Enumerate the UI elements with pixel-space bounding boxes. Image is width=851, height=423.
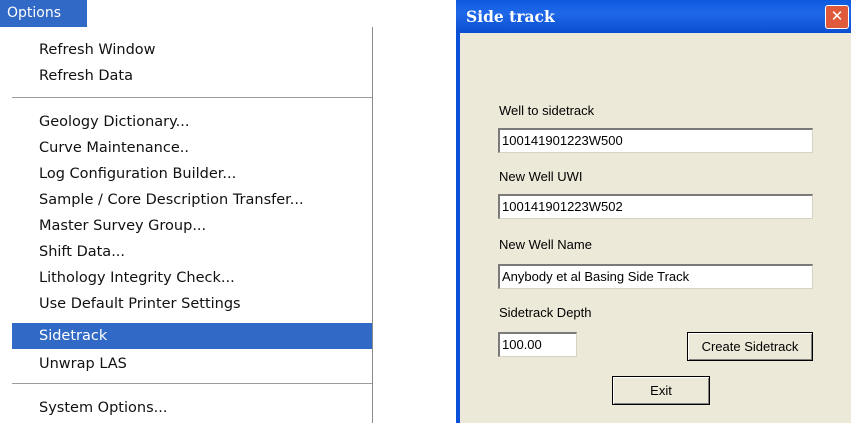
new-well-name-label: New Well Name bbox=[499, 237, 592, 252]
options-menu: Refresh Window Refresh Data Geology Dict… bbox=[0, 27, 373, 423]
menu-item-sidetrack[interactable]: Sidetrack bbox=[12, 323, 372, 349]
sidetrack-depth-label: Sidetrack Depth bbox=[499, 305, 592, 320]
side-track-dialog: Side track ✕ Well to sidetrack 100141901… bbox=[456, 0, 851, 423]
well-to-sidetrack-label: Well to sidetrack bbox=[499, 103, 595, 118]
menu-item-geology-dictionary[interactable]: Geology Dictionary... bbox=[12, 109, 372, 135]
new-well-uwi-label: New Well UWI bbox=[499, 169, 583, 184]
menu-separator bbox=[12, 383, 372, 384]
options-menu-title[interactable]: Options bbox=[0, 0, 87, 27]
close-icon: ✕ bbox=[830, 7, 844, 25]
dialog-body: Well to sidetrack 100141901223W500 New W… bbox=[460, 33, 851, 423]
create-sidetrack-button[interactable]: Create Sidetrack bbox=[687, 332, 813, 361]
exit-button[interactable]: Exit bbox=[612, 376, 710, 405]
well-to-sidetrack-input[interactable]: 100141901223W500 bbox=[498, 128, 813, 153]
menu-item-refresh-data[interactable]: Refresh Data bbox=[12, 63, 372, 89]
sidetrack-depth-input[interactable]: 100.00 bbox=[498, 332, 577, 357]
menu-item-shift-data[interactable]: Shift Data... bbox=[12, 239, 372, 265]
menu-item-unwrap-las[interactable]: Unwrap LAS bbox=[12, 351, 372, 377]
menu-separator bbox=[12, 97, 372, 98]
menu-item-use-default-printer-settings[interactable]: Use Default Printer Settings bbox=[12, 291, 372, 317]
dialog-titlebar[interactable]: Side track ✕ bbox=[456, 0, 851, 33]
menu-item-system-options[interactable]: System Options... bbox=[12, 395, 372, 421]
new-well-uwi-input[interactable]: 100141901223W502 bbox=[498, 194, 813, 219]
menu-item-master-survey-group[interactable]: Master Survey Group... bbox=[12, 213, 372, 239]
menu-item-sample-core-description-transfer[interactable]: Sample / Core Description Transfer... bbox=[12, 187, 372, 213]
new-well-name-input[interactable]: Anybody et al Basing Side Track bbox=[498, 264, 813, 289]
menu-item-log-configuration-builder[interactable]: Log Configuration Builder... bbox=[12, 161, 372, 187]
close-button[interactable]: ✕ bbox=[825, 5, 849, 29]
menu-item-curve-maintenance[interactable]: Curve Maintenance.. bbox=[12, 135, 372, 161]
menu-item-refresh-window[interactable]: Refresh Window bbox=[12, 37, 372, 63]
dialog-title: Side track bbox=[466, 7, 555, 26]
menu-item-lithology-integrity-check[interactable]: Lithology Integrity Check... bbox=[12, 265, 372, 291]
